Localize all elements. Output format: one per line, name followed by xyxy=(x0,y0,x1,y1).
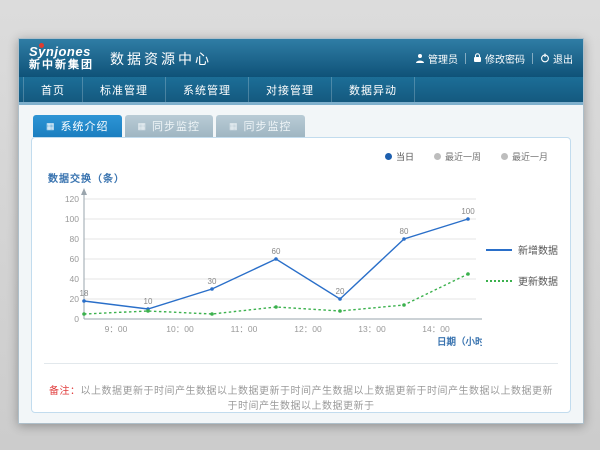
svg-text:13：00: 13：00 xyxy=(358,324,386,334)
main-nav: 首页 标准管理 系统管理 对接管理 数据异动 xyxy=(19,77,583,102)
svg-text:10: 10 xyxy=(144,297,153,306)
series-legend: 新增数据 更新数据 xyxy=(486,242,558,288)
app-window: Synjones 新中新集团 数据资源中心 管理员 修改密码 xyxy=(18,38,584,424)
svg-text:9：00: 9：00 xyxy=(105,324,128,334)
grid-icon: ▦ xyxy=(229,122,239,131)
nav-item-standard-mgmt[interactable]: 标准管理 xyxy=(83,77,166,102)
tab-bar: ▦ 系统介绍 ▦ 同步监控 ▦ 同步监控 xyxy=(33,115,571,137)
power-icon xyxy=(540,53,550,63)
nav-item-system-mgmt[interactable]: 系统管理 xyxy=(166,77,249,102)
svg-text:80: 80 xyxy=(400,227,409,236)
svg-text:0: 0 xyxy=(74,314,79,324)
svg-text:120: 120 xyxy=(65,194,79,204)
radio-dot-icon xyxy=(385,153,392,160)
svg-text:100: 100 xyxy=(65,214,79,224)
nav-item-connect-mgmt[interactable]: 对接管理 xyxy=(249,77,332,102)
svg-text:20: 20 xyxy=(336,287,345,296)
logo: Synjones 新中新集团 xyxy=(29,45,94,71)
lock-icon xyxy=(473,53,482,63)
radio-dot-icon xyxy=(501,153,508,160)
filter-today[interactable]: 当日 xyxy=(385,150,414,163)
tab-sync-monitor-1[interactable]: ▦ 同步监控 xyxy=(125,115,214,137)
logout-link[interactable]: 退出 xyxy=(540,51,573,66)
svg-text:11：00: 11：00 xyxy=(231,324,258,334)
svg-text:日期（小时）: 日期（小时） xyxy=(437,336,482,348)
legend-item-new-data[interactable]: 新增数据 xyxy=(486,242,558,257)
tab-label: 同步监控 xyxy=(152,118,200,134)
user-menu[interactable]: 管理员 xyxy=(415,51,458,66)
chart-area: 0 20 40 60 80 100 120 9：00 10：00 11：00 12：00 13：00 1… xyxy=(44,187,558,355)
svg-text:60: 60 xyxy=(272,247,281,256)
logo-company-name: 新中新集团 xyxy=(29,60,94,71)
svg-text:18: 18 xyxy=(80,289,89,298)
svg-text:12：00: 12：00 xyxy=(294,324,322,334)
filter-last-month[interactable]: 最近一月 xyxy=(501,150,548,163)
svg-text:20: 20 xyxy=(70,294,80,304)
app-header: Synjones 新中新集团 数据资源中心 管理员 修改密码 xyxy=(19,39,583,77)
chart-panel: 当日 最近一周 最近一月 数据交换（条） 0 20 40 60 80 100 120 9：00… xyxy=(31,137,571,413)
grid-icon: ▦ xyxy=(46,122,56,131)
page-title: 数据资源中心 xyxy=(110,49,212,69)
user-icon xyxy=(415,53,425,63)
footnote-label: 备注： xyxy=(49,386,81,397)
change-password-link[interactable]: 修改密码 xyxy=(473,51,525,66)
user-toolbar: 管理员 修改密码 退出 xyxy=(415,51,573,66)
tab-system-intro[interactable]: ▦ 系统介绍 xyxy=(33,115,122,137)
svg-text:10：00: 10：00 xyxy=(166,324,194,334)
change-password-label: 修改密码 xyxy=(485,51,525,66)
svg-text:60: 60 xyxy=(70,254,80,264)
filter-last-week[interactable]: 最近一周 xyxy=(434,150,481,163)
dashed-line-icon xyxy=(486,280,512,282)
line-chart: 0 20 40 60 80 100 120 9：00 10：00 11：00 12：00 13：00 1… xyxy=(44,187,482,355)
tab-sync-monitor-2[interactable]: ▦ 同步监控 xyxy=(216,115,305,137)
legend-label: 新增数据 xyxy=(518,242,558,257)
legend-item-updated-data[interactable]: 更新数据 xyxy=(486,273,558,288)
user-name-label: 管理员 xyxy=(428,51,458,66)
solid-line-icon xyxy=(486,249,512,251)
radio-dot-icon xyxy=(434,153,441,160)
filter-label: 最近一月 xyxy=(512,150,548,163)
svg-text:40: 40 xyxy=(70,274,80,284)
svg-text:100: 100 xyxy=(461,207,475,216)
legend-label: 更新数据 xyxy=(518,273,558,288)
filter-label: 最近一周 xyxy=(445,150,481,163)
divider xyxy=(532,53,533,64)
svg-text:80: 80 xyxy=(70,234,80,244)
svg-text:14：00: 14：00 xyxy=(422,324,450,334)
footnote-text: 以上数据更新于时间产生数据以上数据更新于时间产生数据以上数据更新于时间产生数据以… xyxy=(81,386,554,412)
time-range-filters: 当日 最近一周 最近一月 xyxy=(385,150,548,163)
footnote: 备注：以上数据更新于时间产生数据以上数据更新于时间产生数据以上数据更新于时间产生… xyxy=(44,363,558,412)
logo-red-dot xyxy=(39,43,44,48)
tab-label: 同步监控 xyxy=(244,118,292,134)
tab-label: 系统介绍 xyxy=(61,118,109,134)
filter-label: 当日 xyxy=(396,150,414,163)
logout-label: 退出 xyxy=(553,51,573,66)
nav-item-home[interactable]: 首页 xyxy=(23,77,83,102)
main-content: ▦ 系统介绍 ▦ 同步监控 ▦ 同步监控 当日 最近一周 xyxy=(19,105,583,423)
y-axis-title: 数据交换（条） xyxy=(48,170,558,185)
divider xyxy=(465,53,466,64)
nav-item-data-change[interactable]: 数据异动 xyxy=(332,77,415,102)
grid-icon: ▦ xyxy=(138,122,148,131)
svg-text:30: 30 xyxy=(208,277,217,286)
